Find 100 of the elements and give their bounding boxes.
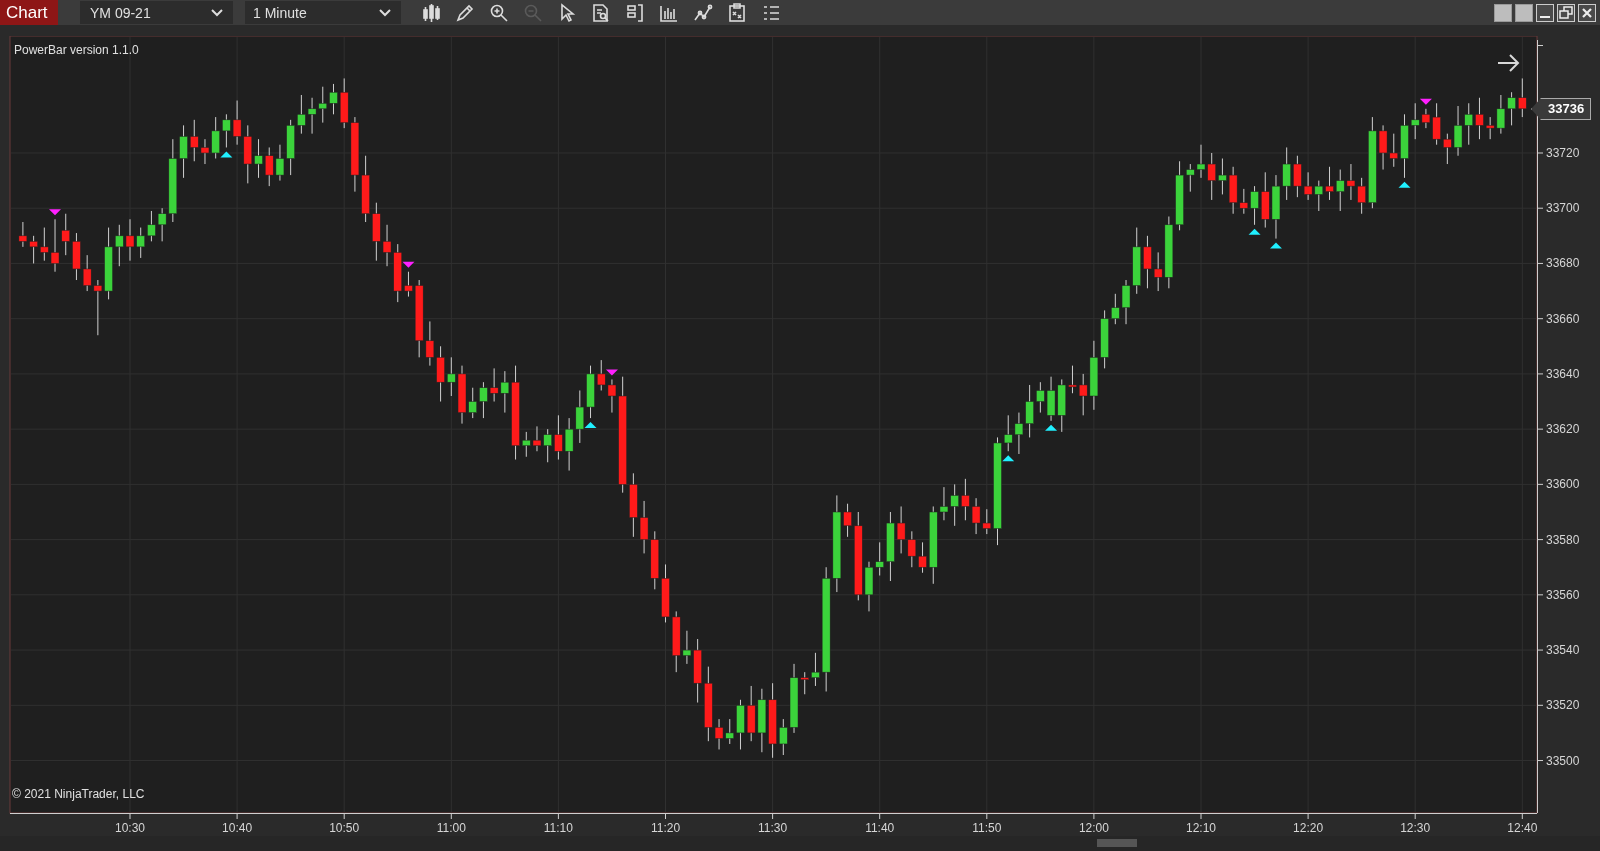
candlestick xyxy=(329,83,338,115)
scrollbar-thumb[interactable] xyxy=(1097,839,1137,847)
triangle-marker xyxy=(220,151,233,158)
candlestick xyxy=(1293,155,1302,198)
candlestick xyxy=(125,218,135,262)
arrow-right-icon[interactable] xyxy=(1497,54,1520,72)
document-search-icon[interactable] xyxy=(591,2,611,23)
candlestick xyxy=(200,138,210,165)
candlestick xyxy=(575,389,585,444)
candlestick xyxy=(1068,365,1077,394)
candlestick xyxy=(1218,158,1227,195)
window-tile-button[interactable] xyxy=(1494,3,1512,22)
candlestick xyxy=(1196,144,1206,179)
candlestick xyxy=(1250,185,1259,226)
candlestick xyxy=(382,224,392,267)
time-label: 10:40 xyxy=(222,821,253,835)
candlestick xyxy=(1303,171,1313,201)
triangle-marker xyxy=(1002,455,1015,462)
candlestick xyxy=(811,652,820,687)
candlestick xyxy=(639,500,649,554)
time-label: 11:50 xyxy=(972,821,1002,835)
candlestick xyxy=(297,94,306,135)
time-label: 11:30 xyxy=(758,821,788,835)
candlestick xyxy=(1186,163,1195,193)
time-label: 11:10 xyxy=(543,821,573,835)
candlestick xyxy=(1389,133,1399,168)
time-label: 11:20 xyxy=(650,821,681,835)
candlestick xyxy=(254,138,263,179)
candlestick xyxy=(554,414,563,461)
candlestick xyxy=(1432,102,1441,146)
triangle-marker xyxy=(49,209,62,216)
candlestick xyxy=(875,541,884,577)
zoom-in-icon[interactable] xyxy=(489,2,509,23)
candlestick xyxy=(1153,251,1163,292)
line-chart-icon[interactable] xyxy=(693,2,713,23)
chevron-icon xyxy=(211,8,223,17)
time-label: 12:10 xyxy=(1186,821,1216,835)
candlestick xyxy=(425,320,435,367)
restore-icon[interactable] xyxy=(1557,3,1575,22)
interval-dropdown[interactable]: 1 Minute xyxy=(245,1,401,24)
candlestick xyxy=(179,124,188,179)
chart-title: Chart xyxy=(0,0,58,25)
price-label: 33520 xyxy=(1546,698,1580,713)
price-label: 33640 xyxy=(1546,366,1580,381)
candlestick xyxy=(1518,77,1527,118)
triangle-marker xyxy=(605,369,618,376)
candlestick xyxy=(532,425,542,452)
candlestick xyxy=(1453,105,1463,157)
candlestick xyxy=(307,97,317,135)
candlestick xyxy=(479,381,488,419)
candlestick xyxy=(1421,108,1431,129)
candlestick xyxy=(489,367,499,403)
candlestick xyxy=(918,541,927,574)
candlestick xyxy=(1014,412,1024,455)
close-icon[interactable] xyxy=(1578,3,1596,22)
candlestick xyxy=(961,478,970,521)
window-tile-button[interactable] xyxy=(1515,3,1533,22)
candlestick xyxy=(157,207,167,242)
candlestick xyxy=(1496,94,1506,135)
price-label: 33600 xyxy=(1546,477,1580,492)
pencil-icon[interactable] xyxy=(455,2,475,23)
candlestick xyxy=(1410,102,1420,140)
candlestick xyxy=(500,370,510,414)
candlestick xyxy=(1111,293,1120,325)
time-label: 12:20 xyxy=(1293,821,1324,835)
time-label: 11:40 xyxy=(865,821,895,835)
price-label: 33580 xyxy=(1546,532,1580,547)
scrollbar[interactable] xyxy=(0,836,1600,851)
panel-icon[interactable] xyxy=(625,2,645,23)
candlestick xyxy=(714,718,724,750)
candlestick xyxy=(1143,235,1152,289)
candlestick xyxy=(800,671,809,695)
candlestick xyxy=(1443,133,1452,165)
indicator-label: PowerBar version 1.1.0 xyxy=(14,43,139,57)
candlestick xyxy=(982,508,992,535)
instrument-dropdown[interactable]: YM 09-21 xyxy=(80,1,233,24)
candlestick xyxy=(607,378,617,414)
candlestick xyxy=(896,505,906,554)
minimize-icon[interactable] xyxy=(1536,3,1554,22)
time-label: 10:50 xyxy=(329,821,360,835)
candlestick xyxy=(136,227,145,259)
price-label: 33680 xyxy=(1546,256,1580,271)
candlestick xyxy=(522,431,531,458)
candlestick xyxy=(843,503,852,538)
price-label: 33500 xyxy=(1546,753,1580,768)
time-label: 10:30 xyxy=(115,821,145,835)
triangle-marker xyxy=(402,261,415,268)
candlestick xyxy=(1207,152,1216,201)
candlestick xyxy=(907,530,917,568)
candlestick xyxy=(1485,116,1495,140)
candlestick xyxy=(115,224,124,267)
candlestick xyxy=(1239,188,1249,215)
candlestick xyxy=(447,356,456,397)
clipboard-icon[interactable] xyxy=(727,2,747,23)
candlestick-icon[interactable] xyxy=(421,2,441,23)
candlestick xyxy=(1121,279,1131,325)
candlestick xyxy=(18,221,28,248)
price-label: 33540 xyxy=(1546,643,1580,658)
candlestick xyxy=(82,254,92,292)
candlestick xyxy=(29,235,38,264)
